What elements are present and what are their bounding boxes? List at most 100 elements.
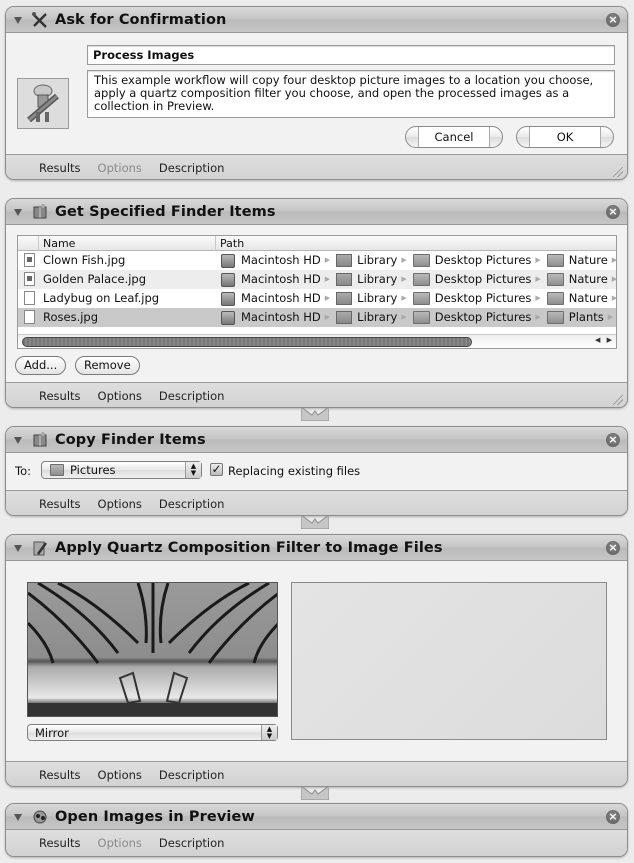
disclosure-triangle-icon[interactable]: [14, 207, 23, 216]
close-icon[interactable]: ×: [606, 810, 620, 824]
table-header: Name Path: [18, 236, 616, 251]
path-segment-label: Library: [357, 253, 398, 267]
filter-popup[interactable]: Mirror ▲ ▼: [27, 724, 278, 741]
message-body-text: This example workflow will copy four des…: [94, 73, 594, 113]
close-icon[interactable]: ×: [606, 205, 620, 219]
destination-popup[interactable]: Pictures ▲ ▼: [41, 461, 202, 479]
path-segment[interactable]: Desktop Pictures ▶: [412, 270, 544, 289]
path-segment[interactable]: Macintosh HD ▶: [221, 289, 333, 308]
hard-drive-icon: [221, 310, 235, 325]
path-segment-label: Desktop Pictures: [434, 310, 532, 324]
file-icon: [24, 310, 35, 324]
path-segment-label: Macintosh HD: [241, 310, 321, 324]
path-segment-label: Nature: [568, 272, 608, 286]
close-icon[interactable]: ×: [606, 541, 620, 555]
path-segment[interactable]: Macintosh HD ▶: [221, 270, 333, 289]
path-separator-icon: ▶: [324, 294, 331, 302]
path-segment[interactable]: Macintosh HD ▶: [221, 308, 333, 327]
path-separator-icon: ▶: [535, 294, 541, 302]
path-segment-label: Plants: [568, 310, 604, 324]
table-row[interactable]: Ladybug on Leaf.jpg Macintosh HD ▶ Library ▶…: [18, 289, 616, 308]
scrollbar-thumb[interactable]: [22, 337, 472, 347]
description-tab[interactable]: Description: [159, 836, 225, 850]
library-folder-icon: [336, 273, 353, 286]
path-segment[interactable]: Nature ▶: [546, 270, 616, 289]
column-header-path[interactable]: Path: [215, 236, 616, 251]
table-row[interactable]: Clown Fish.jpg Macintosh HD ▶ Library ▶ Deskt…: [18, 251, 616, 270]
action-connector: [301, 515, 329, 529]
results-tab[interactable]: Results: [39, 836, 81, 850]
action-header[interactable]: Ask for Confirmation ×: [6, 7, 627, 33]
close-icon[interactable]: ×: [606, 433, 620, 447]
add-button[interactable]: Add...: [15, 356, 67, 375]
results-tab[interactable]: Results: [39, 161, 81, 175]
path-segment[interactable]: Nature ▶: [546, 251, 617, 270]
options-tab[interactable]: Options: [98, 497, 142, 511]
description-tab[interactable]: Description: [159, 161, 225, 175]
scroll-arrows-icon[interactable]: ◀ ▶: [595, 336, 614, 344]
action-header[interactable]: Get Specified Finder Items ×: [6, 199, 627, 225]
path-segment[interactable]: Macintosh HD ▶: [221, 251, 333, 270]
path-segment[interactable]: Library ▶: [336, 308, 410, 327]
table-row[interactable]: Roses.jpg Macintosh HD ▶ Library ▶ Desktop Pi…: [18, 308, 616, 327]
path-segment[interactable]: Library ▶: [336, 251, 410, 270]
path-segment-label: Library: [357, 310, 398, 324]
path-separator-icon: ▶: [401, 313, 407, 321]
library-folder-icon: [336, 254, 353, 267]
message-body-field[interactable]: This example workflow will copy four des…: [87, 70, 615, 118]
resize-grip[interactable]: [613, 395, 623, 405]
disclosure-triangle-icon[interactable]: [14, 15, 23, 24]
path-control: Macintosh HD ▶ Library ▶ Desktop Pictures ▶ Na…: [221, 289, 616, 308]
hard-drive-icon: [221, 272, 235, 287]
description-tab[interactable]: Description: [159, 497, 225, 511]
action-copy-finder-items: Copy Finder Items × To: Pictures ▲ ▼ ✓ Re…: [5, 426, 628, 516]
action-apply-quartz-filter: Apply Quartz Composition Filter to Image…: [5, 534, 628, 787]
file-name: Roses.jpg: [43, 310, 99, 324]
file-name: Ladybug on Leaf.jpg: [43, 291, 160, 305]
replacing-checkbox[interactable]: ✓: [210, 463, 223, 476]
path-separator-icon: ▶: [611, 256, 617, 264]
folder-icon: [546, 292, 564, 305]
options-tab[interactable]: Options: [98, 768, 142, 782]
close-icon[interactable]: ×: [606, 13, 620, 27]
description-tab[interactable]: Description: [159, 768, 225, 782]
action-title: Copy Finder Items: [55, 431, 206, 448]
cancel-button[interactable]: Cancel: [405, 126, 503, 148]
finder-icon: [31, 203, 49, 221]
horizontal-scrollbar[interactable]: ◀ ▶: [18, 334, 616, 348]
automator-robot-icon: [17, 78, 69, 129]
disclosure-triangle-icon[interactable]: [14, 812, 23, 821]
path-segment[interactable]: Desktop Pictures ▶: [412, 289, 544, 308]
table-row[interactable]: Golden Palace.jpg Macintosh HD ▶ Library ▶ De…: [18, 270, 616, 289]
action-header[interactable]: Open Images in Preview ×: [6, 804, 627, 830]
disclosure-triangle-icon[interactable]: [14, 543, 23, 552]
action-footer: Results Options Description: [6, 154, 627, 179]
path-segment[interactable]: Nature ▶: [546, 289, 616, 308]
path-segment[interactable]: Desktop Pictures ▶: [412, 251, 544, 270]
options-tab[interactable]: Options: [98, 389, 142, 403]
remove-button[interactable]: Remove: [75, 356, 140, 375]
path-separator-icon: ▶: [401, 256, 407, 264]
description-tab[interactable]: Description: [159, 389, 225, 403]
action-footer: Results Options Description: [6, 830, 627, 856]
path-segment[interactable]: Library ▶: [336, 289, 410, 308]
ok-button[interactable]: OK: [516, 126, 614, 148]
message-title-field[interactable]: Process Images: [87, 45, 615, 65]
results-tab[interactable]: Results: [39, 768, 81, 782]
path-control: Macintosh HD ▶ Library ▶ Desktop Pictures ▶ Na…: [221, 270, 616, 289]
resize-grip[interactable]: [613, 167, 623, 177]
action-ask-for-confirmation: Ask for Confirmation × Process Images Th…: [5, 6, 628, 180]
path-segment[interactable]: Library ▶: [336, 270, 410, 289]
library-folder-icon: [336, 311, 353, 324]
filter-preview-image: [27, 582, 278, 717]
path-segment-label: Nature: [568, 291, 608, 305]
action-header[interactable]: Apply Quartz Composition Filter to Image…: [6, 535, 627, 561]
replacing-label: Replacing existing files: [228, 464, 361, 478]
disclosure-triangle-icon[interactable]: [14, 435, 23, 444]
path-segment[interactable]: Desktop Pictures ▶: [412, 308, 544, 327]
results-tab[interactable]: Results: [39, 497, 81, 511]
results-tab[interactable]: Results: [39, 389, 81, 403]
path-segment[interactable]: Plants ▶: [546, 308, 616, 327]
action-header[interactable]: Copy Finder Items ×: [6, 427, 627, 453]
column-header-name[interactable]: Name: [38, 236, 215, 251]
